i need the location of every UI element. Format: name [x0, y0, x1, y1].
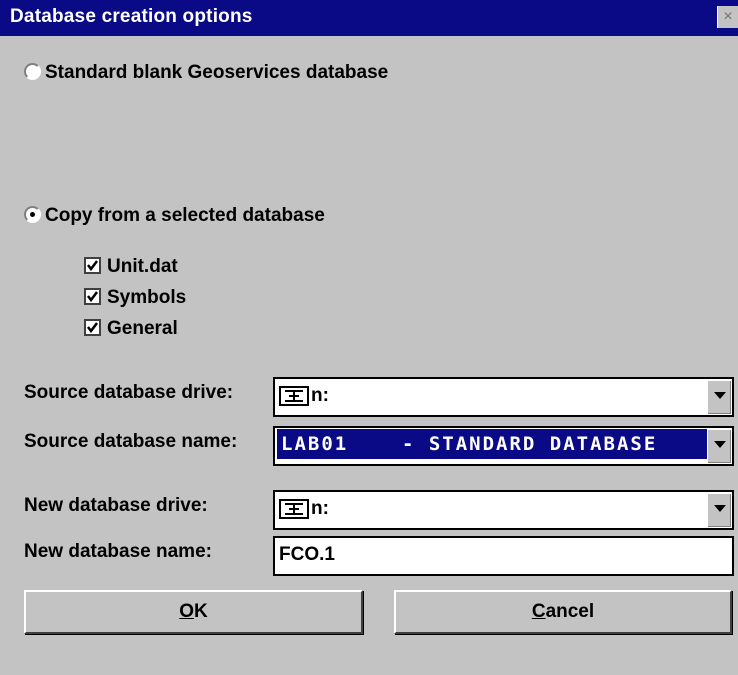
- source-drive-value: n:: [279, 385, 329, 407]
- network-drive-icon: [279, 499, 309, 519]
- database-creation-dialog: Database creation options × Standard bla…: [0, 0, 738, 675]
- title-bar: Database creation options ×: [0, 0, 738, 36]
- radio-copy-selected[interactable]: Copy from a selected database: [24, 205, 325, 227]
- source-name-combo[interactable]: LAB01 - STANDARD DATABASE: [273, 426, 734, 466]
- network-drive-icon: [279, 386, 309, 406]
- new-drive-label: New database drive:: [24, 495, 208, 516]
- ok-button[interactable]: OK: [24, 590, 363, 634]
- checkbox-unit-dat[interactable]: Unit.dat: [84, 256, 178, 278]
- check-icon[interactable]: [84, 257, 101, 274]
- close-icon[interactable]: ×: [717, 6, 738, 28]
- checkbox-unit-dat-label: Unit.dat: [107, 256, 178, 277]
- radio-copy-label: Copy from a selected database: [45, 205, 325, 226]
- source-name-value: LAB01 - STANDARD DATABASE: [277, 429, 707, 459]
- cancel-button[interactable]: Cancel: [394, 590, 732, 634]
- check-icon[interactable]: [84, 319, 101, 336]
- new-name-input[interactable]: FCO.1: [273, 536, 734, 576]
- radio-button-selected-icon[interactable]: [24, 206, 41, 223]
- new-name-label: New database name:: [24, 541, 212, 562]
- new-drive-value: n:: [279, 498, 329, 520]
- source-name-label: Source database name:: [24, 431, 238, 452]
- window-title: Database creation options: [10, 6, 253, 27]
- source-drive-label: Source database drive:: [24, 382, 234, 403]
- new-name-value: FCO.1: [279, 544, 335, 565]
- checkbox-general[interactable]: General: [84, 318, 178, 340]
- dropdown-arrow-icon[interactable]: [707, 429, 731, 463]
- checkbox-symbols[interactable]: Symbols: [84, 287, 186, 309]
- radio-standard-label: Standard blank Geoservices database: [45, 62, 389, 83]
- new-drive-combo[interactable]: n:: [273, 490, 734, 530]
- checkbox-general-label: General: [107, 318, 178, 339]
- dropdown-arrow-icon[interactable]: [707, 493, 731, 527]
- check-icon[interactable]: [84, 288, 101, 305]
- checkbox-symbols-label: Symbols: [107, 287, 187, 308]
- dropdown-arrow-icon[interactable]: [707, 380, 731, 414]
- radio-button-icon[interactable]: [24, 63, 41, 80]
- source-drive-combo[interactable]: n:: [273, 377, 734, 417]
- radio-standard-blank[interactable]: Standard blank Geoservices database: [24, 62, 388, 84]
